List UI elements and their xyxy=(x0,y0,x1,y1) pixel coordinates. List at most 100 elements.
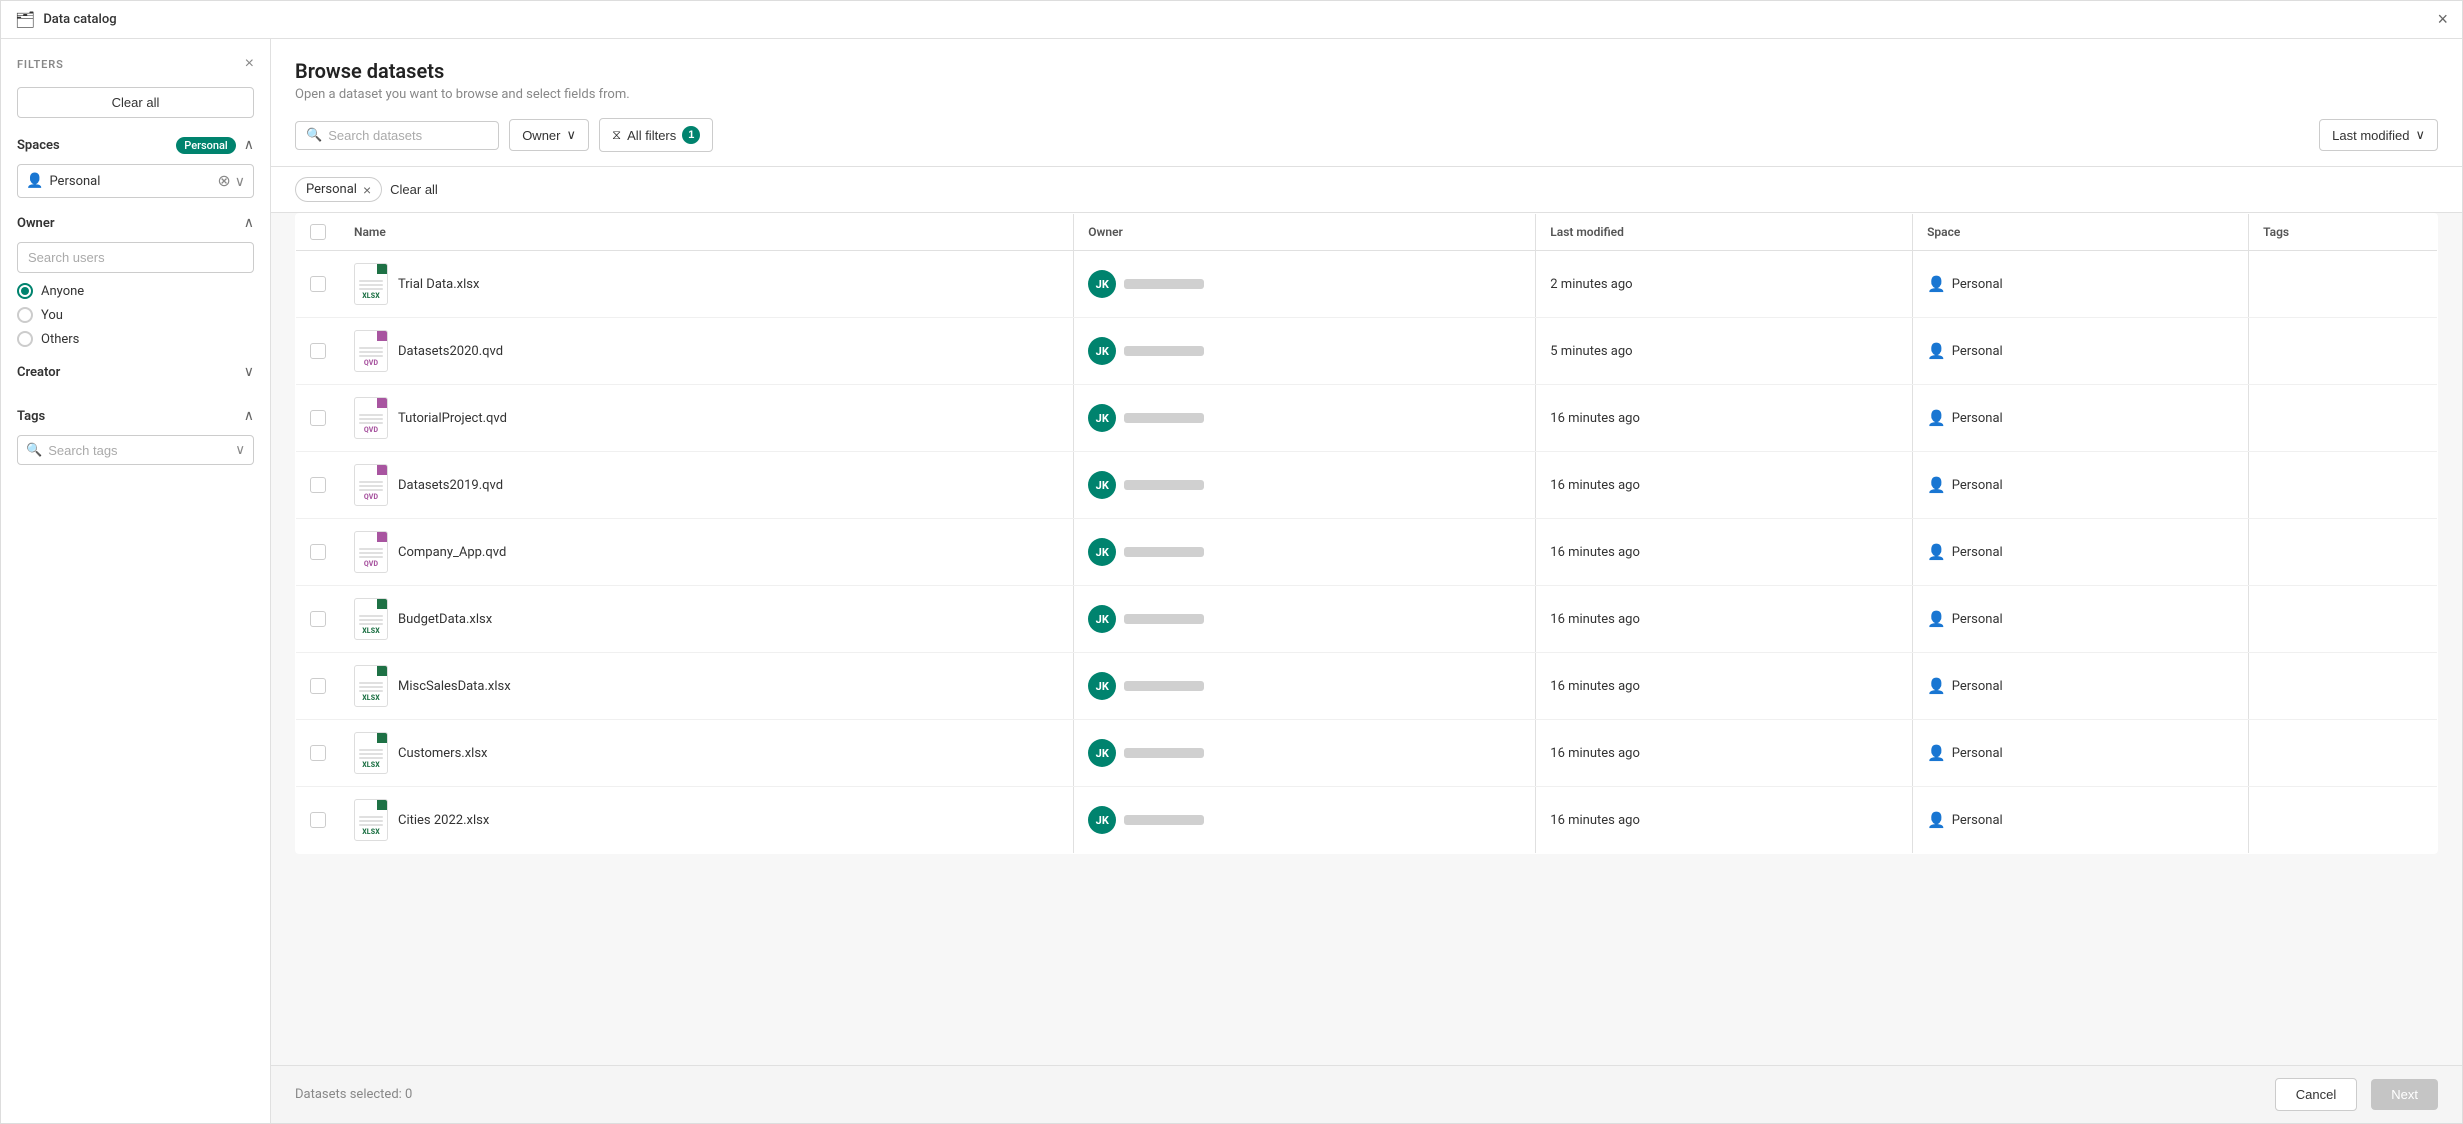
filter-chip-label: Personal xyxy=(306,182,357,197)
col-header-modified: Last modified xyxy=(1536,214,1913,251)
others-radio[interactable] xyxy=(17,331,33,347)
last-modified-button[interactable]: Last modified ∨ xyxy=(2319,119,2438,151)
file-icon: XLSX xyxy=(354,665,388,707)
file-name: MiscSalesData.xlsx xyxy=(398,679,511,694)
owner-cell: JK xyxy=(1088,739,1521,767)
owner-section: Owner Anyone You xyxy=(17,214,254,347)
space-cell: 👤 Personal xyxy=(1927,610,2234,628)
close-button[interactable]: × xyxy=(2437,9,2448,30)
space-cell: 👤 Personal xyxy=(1927,543,2234,561)
toolbar: 🔍 Owner ∨ ⧖ All filters 1 Last modifi xyxy=(295,118,2438,152)
modified-cell: 16 minutes ago xyxy=(1536,586,1913,653)
spaces-badge: Personal xyxy=(176,137,236,154)
space-person-icon: 👤 xyxy=(1927,409,1946,427)
owner-radio-group: Anyone You Others xyxy=(17,283,254,347)
spaces-toggle[interactable] xyxy=(244,136,254,154)
search-datasets-input[interactable] xyxy=(328,128,488,143)
col-header-space: Space xyxy=(1913,214,2249,251)
you-radio[interactable] xyxy=(17,307,33,323)
owner-name-blur xyxy=(1124,413,1204,423)
table-row: XLSX Customers.xlsx JK 16 minutes ago 👤 … xyxy=(296,720,2438,787)
owner-anyone-option[interactable]: Anyone xyxy=(17,283,254,299)
tags-cell xyxy=(2249,720,2438,787)
owner-avatar: JK xyxy=(1088,672,1116,700)
filters-label: FILTERS xyxy=(17,58,64,71)
tags-search-wrap: 🔍 ∨ xyxy=(17,435,254,465)
owner-others-option[interactable]: Others xyxy=(17,331,254,347)
datasets-selected-text: Datasets selected: 0 xyxy=(295,1087,412,1102)
creator-toggle[interactable] xyxy=(244,363,254,381)
space-person-icon: 👤 xyxy=(1927,811,1946,829)
tags-cell xyxy=(2249,519,2438,586)
space-cell: 👤 Personal xyxy=(1927,476,2234,494)
table-row: QVD Company_App.qvd JK 16 minutes ago 👤 … xyxy=(296,519,2438,586)
file-row: XLSX Customers.xlsx xyxy=(354,732,1059,774)
space-select[interactable]: 👤 Personal ⊗ ∨ xyxy=(17,164,254,198)
space-clear-button[interactable]: ⊗ xyxy=(217,171,230,191)
owner-search-wrap xyxy=(17,242,254,273)
table-row: XLSX BudgetData.xlsx JK 16 minutes ago 👤… xyxy=(296,586,2438,653)
owner-filter-button[interactable]: Owner ∨ xyxy=(509,119,589,151)
you-label: You xyxy=(41,308,63,323)
file-name: TutorialProject.qvd xyxy=(398,411,507,426)
table-row: XLSX MiscSalesData.xlsx JK 16 minutes ag… xyxy=(296,653,2438,720)
row-checkbox[interactable] xyxy=(310,745,326,761)
tags-dropdown-button[interactable]: ∨ xyxy=(235,442,245,458)
filters-header: FILTERS × xyxy=(17,55,254,73)
table-row: XLSX Cities 2022.xlsx JK 16 minutes ago … xyxy=(296,787,2438,854)
row-checkbox[interactable] xyxy=(310,276,326,292)
all-filters-button[interactable]: ⧖ All filters 1 xyxy=(599,118,713,152)
filters-close-button[interactable]: × xyxy=(245,55,254,73)
select-all-checkbox[interactable] xyxy=(310,224,326,240)
owner-you-option[interactable]: You xyxy=(17,307,254,323)
file-row: XLSX Cities 2022.xlsx xyxy=(354,799,1059,841)
row-checkbox[interactable] xyxy=(310,678,326,694)
row-checkbox[interactable] xyxy=(310,544,326,560)
active-filters-bar: Personal × Clear all xyxy=(271,167,2462,213)
tags-section: Tags 🔍 ∨ xyxy=(17,407,254,465)
tags-cell xyxy=(2249,385,2438,452)
filter-count-badge: 1 xyxy=(682,126,700,144)
table-row: XLSX Trial Data.xlsx JK 2 minutes ago 👤 … xyxy=(296,251,2438,318)
col-header-tags: Tags xyxy=(2249,214,2438,251)
owner-toggle[interactable] xyxy=(244,214,254,232)
row-checkbox[interactable] xyxy=(310,477,326,493)
tags-search-input[interactable] xyxy=(48,443,229,458)
tags-cell xyxy=(2249,586,2438,653)
space-cell: 👤 Personal xyxy=(1927,409,2234,427)
table-row: QVD TutorialProject.qvd JK 16 minutes ag… xyxy=(296,385,2438,452)
col-header-name: Name xyxy=(340,214,1074,251)
owner-search-input[interactable] xyxy=(17,242,254,273)
row-checkbox[interactable] xyxy=(310,812,326,828)
active-filters-clear-all-button[interactable]: Clear all xyxy=(390,182,438,197)
file-icon: QVD xyxy=(354,330,388,372)
space-person-icon: 👤 xyxy=(1927,543,1946,561)
dataset-table: Name Owner Last modified Space Tags xyxy=(295,213,2438,854)
row-checkbox[interactable] xyxy=(310,410,326,426)
row-checkbox[interactable] xyxy=(310,343,326,359)
filter-chip-remove-button[interactable]: × xyxy=(363,183,371,197)
tags-cell xyxy=(2249,318,2438,385)
file-row: XLSX MiscSalesData.xlsx xyxy=(354,665,1059,707)
table-row: QVD Datasets2020.qvd JK 5 minutes ago 👤 … xyxy=(296,318,2438,385)
owner-name-blur xyxy=(1124,547,1204,557)
chevron-up-icon xyxy=(244,214,254,231)
next-button[interactable]: Next xyxy=(2371,1079,2438,1110)
space-name: Personal xyxy=(1952,746,2003,761)
clear-all-button[interactable]: Clear all xyxy=(17,87,254,118)
col-header-check xyxy=(296,214,341,251)
file-row: QVD Datasets2020.qvd xyxy=(354,330,1059,372)
file-icon: QVD xyxy=(354,531,388,573)
file-row: XLSX BudgetData.xlsx xyxy=(354,598,1059,640)
row-checkbox[interactable] xyxy=(310,611,326,627)
others-label: Others xyxy=(41,332,79,347)
tags-toggle[interactable] xyxy=(244,407,254,425)
owner-avatar: JK xyxy=(1088,806,1116,834)
space-name: Personal xyxy=(1952,612,2003,627)
owner-name-blur xyxy=(1124,346,1204,356)
cancel-button[interactable]: Cancel xyxy=(2275,1078,2357,1111)
owner-name-blur xyxy=(1124,614,1204,624)
modified-cell: 2 minutes ago xyxy=(1536,251,1913,318)
anyone-radio[interactable] xyxy=(17,283,33,299)
space-dropdown-button[interactable]: ∨ xyxy=(235,173,245,190)
